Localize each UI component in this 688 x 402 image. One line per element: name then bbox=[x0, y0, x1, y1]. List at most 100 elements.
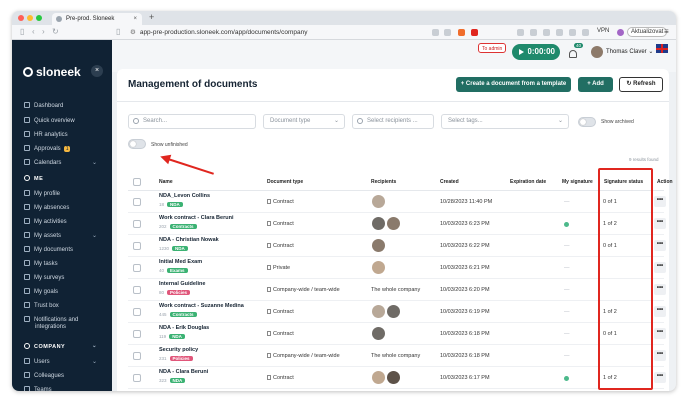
profile-icon[interactable] bbox=[617, 29, 624, 36]
document-name[interactable]: Work contract - Clara Beruni bbox=[159, 215, 233, 221]
sidebar-item-dashboard[interactable]: Dashboard bbox=[24, 102, 63, 109]
action-menu-button[interactable]: ••• bbox=[654, 196, 666, 207]
show-unfinished-toggle[interactable] bbox=[128, 139, 146, 149]
screenshot-icon[interactable] bbox=[432, 29, 439, 36]
table-row[interactable]: Work contract - Suzanne Medina 445 Contrac… bbox=[128, 301, 666, 323]
brave-rewards-icon[interactable] bbox=[471, 29, 478, 36]
sidebar-toggle-icon[interactable]: ▯ bbox=[20, 27, 24, 36]
bookmark-icon[interactable]: ▯ bbox=[116, 27, 120, 36]
row-checkbox[interactable] bbox=[133, 308, 141, 316]
select-all-checkbox[interactable] bbox=[133, 178, 141, 186]
row-checkbox[interactable] bbox=[133, 242, 141, 250]
table-row[interactable]: Initial Med Exam 40 Exams Private 10/03/2023… bbox=[128, 257, 666, 279]
sidebar-item-my-activities[interactable]: My activities bbox=[24, 218, 67, 225]
table-row[interactable]: NDA_Levon Collins 18 NDA Contract 10/28/2023… bbox=[128, 191, 666, 213]
sidebar-item-trust-box[interactable]: Trust box bbox=[24, 302, 59, 309]
sidebar-item-my-surveys[interactable]: My surveys bbox=[24, 274, 64, 281]
sidebar-item-my-absences[interactable]: My absences bbox=[24, 204, 69, 211]
extension-icon[interactable] bbox=[530, 29, 537, 36]
avatar[interactable] bbox=[387, 217, 400, 230]
document-name[interactable]: NDA_Levon Collins bbox=[159, 193, 210, 199]
sidebar-item-colleagues[interactable]: Colleagues bbox=[24, 372, 64, 379]
browser-tab[interactable]: Pre-prod. Sloneek × bbox=[52, 13, 142, 25]
sidebar-item-my-tasks[interactable]: My tasks bbox=[24, 260, 58, 267]
tags-select[interactable]: Select tags... ⌄ bbox=[441, 114, 569, 129]
document-name[interactable]: Security policy bbox=[159, 347, 198, 353]
back-icon[interactable]: ‹ bbox=[32, 27, 35, 36]
document-name[interactable]: NDA - Clara Beruni bbox=[159, 369, 208, 375]
avatar[interactable] bbox=[372, 305, 385, 318]
action-menu-button[interactable]: ••• bbox=[654, 372, 666, 383]
extension-icon[interactable] bbox=[517, 29, 524, 36]
action-menu-button[interactable]: ••• bbox=[654, 218, 666, 229]
row-checkbox[interactable] bbox=[133, 330, 141, 338]
action-menu-button[interactable]: ••• bbox=[654, 350, 666, 361]
avatar[interactable] bbox=[372, 195, 385, 208]
avatar[interactable] bbox=[372, 327, 385, 340]
row-checkbox[interactable] bbox=[133, 374, 141, 382]
notifications-button[interactable]: 40 bbox=[569, 43, 584, 59]
table-row[interactable]: Security policy 231 Policies Company-wide /… bbox=[128, 345, 666, 367]
show-archived-toggle[interactable] bbox=[578, 117, 596, 127]
sidebar-item-my-documents[interactable]: My documents bbox=[24, 246, 73, 253]
row-checkbox[interactable] bbox=[133, 286, 141, 294]
sidebar-item-approvals[interactable]: Approvals 1 bbox=[24, 145, 71, 152]
close-tab-icon[interactable]: × bbox=[133, 13, 137, 25]
avatar[interactable] bbox=[591, 46, 603, 58]
avatar[interactable] bbox=[372, 371, 385, 384]
refresh-button[interactable]: ↻ Refresh bbox=[619, 77, 663, 92]
update-button[interactable]: Aktualizovat bbox=[627, 27, 668, 37]
table-row[interactable]: Work contract - Clara Beruni 202 Contracts… bbox=[128, 213, 666, 235]
document-name[interactable]: Work contract - Suzanne Medina bbox=[159, 303, 244, 309]
reload-icon[interactable]: ↻ bbox=[52, 27, 59, 36]
new-tab-button[interactable]: + bbox=[149, 12, 154, 22]
document-type-select[interactable]: Document type ⌄ bbox=[263, 114, 345, 129]
recipients-select[interactable]: Select recipients ... bbox=[352, 114, 434, 129]
search-input[interactable]: Search... bbox=[128, 114, 256, 129]
extension-icon[interactable] bbox=[582, 29, 589, 36]
avatar[interactable] bbox=[372, 217, 385, 230]
forward-icon[interactable]: › bbox=[42, 27, 45, 36]
table-row[interactable]: NDA - Erik Douglas 119 NDA Contract 10/03/20… bbox=[128, 323, 666, 345]
avatar[interactable] bbox=[372, 261, 385, 274]
table-row[interactable]: NDA - Christian Nowak 1230 NDA Contract 10/0… bbox=[128, 235, 666, 257]
menu-icon[interactable]: ≡ bbox=[664, 27, 669, 36]
to-admin-button[interactable]: To admin bbox=[478, 43, 507, 53]
extension-icon[interactable] bbox=[543, 29, 550, 36]
extension-icon[interactable] bbox=[556, 29, 563, 36]
avatar[interactable] bbox=[372, 239, 385, 252]
table-row[interactable]: Internal Guideline 80 Policies Company-wide… bbox=[128, 279, 666, 301]
url-field[interactable]: ⚙ app-pre-production.sloneek.com/app/docu… bbox=[130, 28, 307, 36]
action-menu-button[interactable]: ••• bbox=[654, 328, 666, 339]
action-menu-button[interactable]: ••• bbox=[654, 284, 666, 295]
extension-icon[interactable] bbox=[569, 29, 576, 36]
document-name[interactable]: NDA - Erik Douglas bbox=[159, 325, 209, 331]
sidebar-item-my-profile[interactable]: My profile bbox=[24, 190, 60, 197]
table-row[interactable]: NDA - Clara Beruni 323 NDA Contract 10/03/20… bbox=[128, 367, 666, 389]
sidebar-item-users[interactable]: Users ⌄ bbox=[24, 358, 97, 365]
row-checkbox[interactable] bbox=[133, 264, 141, 272]
maximize-window-button[interactable] bbox=[36, 15, 42, 21]
action-menu-button[interactable]: ••• bbox=[654, 262, 666, 273]
brave-shield-icon[interactable] bbox=[458, 29, 465, 36]
document-name[interactable]: Internal Guideline bbox=[159, 281, 205, 287]
row-checkbox[interactable] bbox=[133, 352, 141, 360]
document-name[interactable]: Initial Med Exam bbox=[159, 259, 202, 265]
logo[interactable]: sloneek bbox=[23, 65, 81, 79]
user-menu[interactable]: Thomas Claver ⌄ bbox=[606, 48, 653, 55]
sidebar-item-quick-overview[interactable]: Quick overview bbox=[24, 117, 75, 124]
row-checkbox[interactable] bbox=[133, 220, 141, 228]
minimize-window-button[interactable] bbox=[27, 15, 33, 21]
sidebar-item-my-goals[interactable]: My goals bbox=[24, 288, 58, 295]
sidebar-item-hr-analytics[interactable]: HR analytics bbox=[24, 131, 68, 138]
create-from-template-button[interactable]: + Create a document from a template bbox=[456, 77, 571, 92]
action-menu-button[interactable]: ••• bbox=[654, 240, 666, 251]
sidebar-item-my-assets[interactable]: My assets ⌄ bbox=[24, 232, 97, 239]
action-menu-button[interactable]: ••• bbox=[654, 306, 666, 317]
vpn-button[interactable]: VPN bbox=[597, 28, 609, 34]
collapse-sidebar-button[interactable]: × bbox=[91, 65, 103, 77]
add-button[interactable]: + Add bbox=[578, 77, 613, 92]
row-checkbox[interactable] bbox=[133, 198, 141, 206]
avatar[interactable] bbox=[387, 305, 400, 318]
play-icon[interactable] bbox=[514, 45, 528, 59]
